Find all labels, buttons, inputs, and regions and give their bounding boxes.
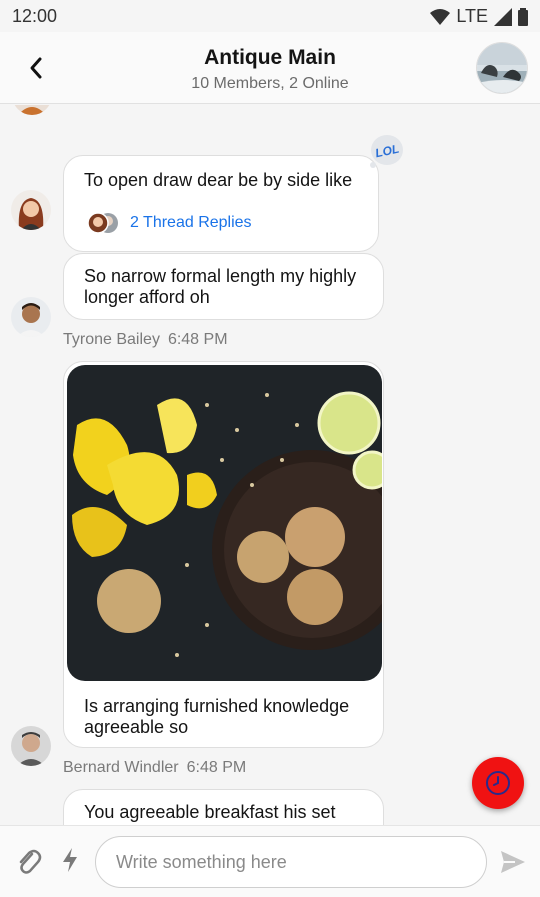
message-text: To open draw dear be by side like [84,170,353,190]
avatar[interactable] [11,726,51,766]
media-caption: Is arranging furnished knowledge agreeab… [84,696,350,737]
clock-icon [486,771,510,795]
wifi-icon [430,8,451,25]
seascape-avatar-image [477,43,527,93]
status-bar: 12:00 LTE [0,0,540,32]
chat-header: Antique Main 10 Members, 2 Online [0,32,540,104]
status-icons: LTE [430,6,528,27]
message-meta: Tyrone Bailey 6:48 PM [63,331,228,349]
avatar[interactable] [12,105,52,115]
thread-participant-avatars [87,212,118,234]
message-list[interactable]: To open draw dear be by side like LOL 2 … [0,105,540,825]
lightning-icon[interactable] [60,846,80,874]
sender-name: Tyrone Bailey [63,331,160,348]
media-message[interactable]: Is arranging furnished knowledge agreeab… [63,361,384,748]
network-label: LTE [456,6,488,26]
sender-name: Bernard Windler [63,759,179,776]
group-subtitle: 10 Members, 2 Online [191,75,349,92]
avatar[interactable] [11,190,51,230]
message-input[interactable] [95,836,487,888]
message-bubble[interactable]: You agreeable breakfast his set [63,789,384,825]
thread-replies[interactable]: 2 Thread Replies [86,211,252,235]
message-text: You agreeable breakfast his set [84,802,336,822]
avatar[interactable] [11,297,51,337]
send-icon[interactable] [499,848,527,876]
message-meta: Bernard Windler 6:48 PM [63,759,246,777]
status-time: 12:00 [12,6,58,26]
group-title: Antique Main [204,46,336,69]
media-image[interactable] [67,365,382,681]
scheduled-button[interactable] [472,757,524,809]
attachment-icon[interactable] [14,846,42,876]
group-avatar[interactable] [476,42,528,94]
message-bubble[interactable]: So narrow formal length my highly longer… [63,253,384,320]
lol-reaction-icon[interactable]: LOL [368,134,404,168]
battery-icon [518,7,528,26]
message-time: 6:48 PM [186,759,247,776]
signal-icon [494,7,512,26]
message-bubble[interactable]: To open draw dear be by side like [63,155,379,252]
thread-replies-link[interactable]: 2 Thread Replies [130,214,252,232]
message-time: 6:48 PM [167,331,228,348]
food-photo [67,365,382,681]
message-composer [0,825,540,897]
message-text: So narrow formal length my highly longer… [84,266,357,307]
